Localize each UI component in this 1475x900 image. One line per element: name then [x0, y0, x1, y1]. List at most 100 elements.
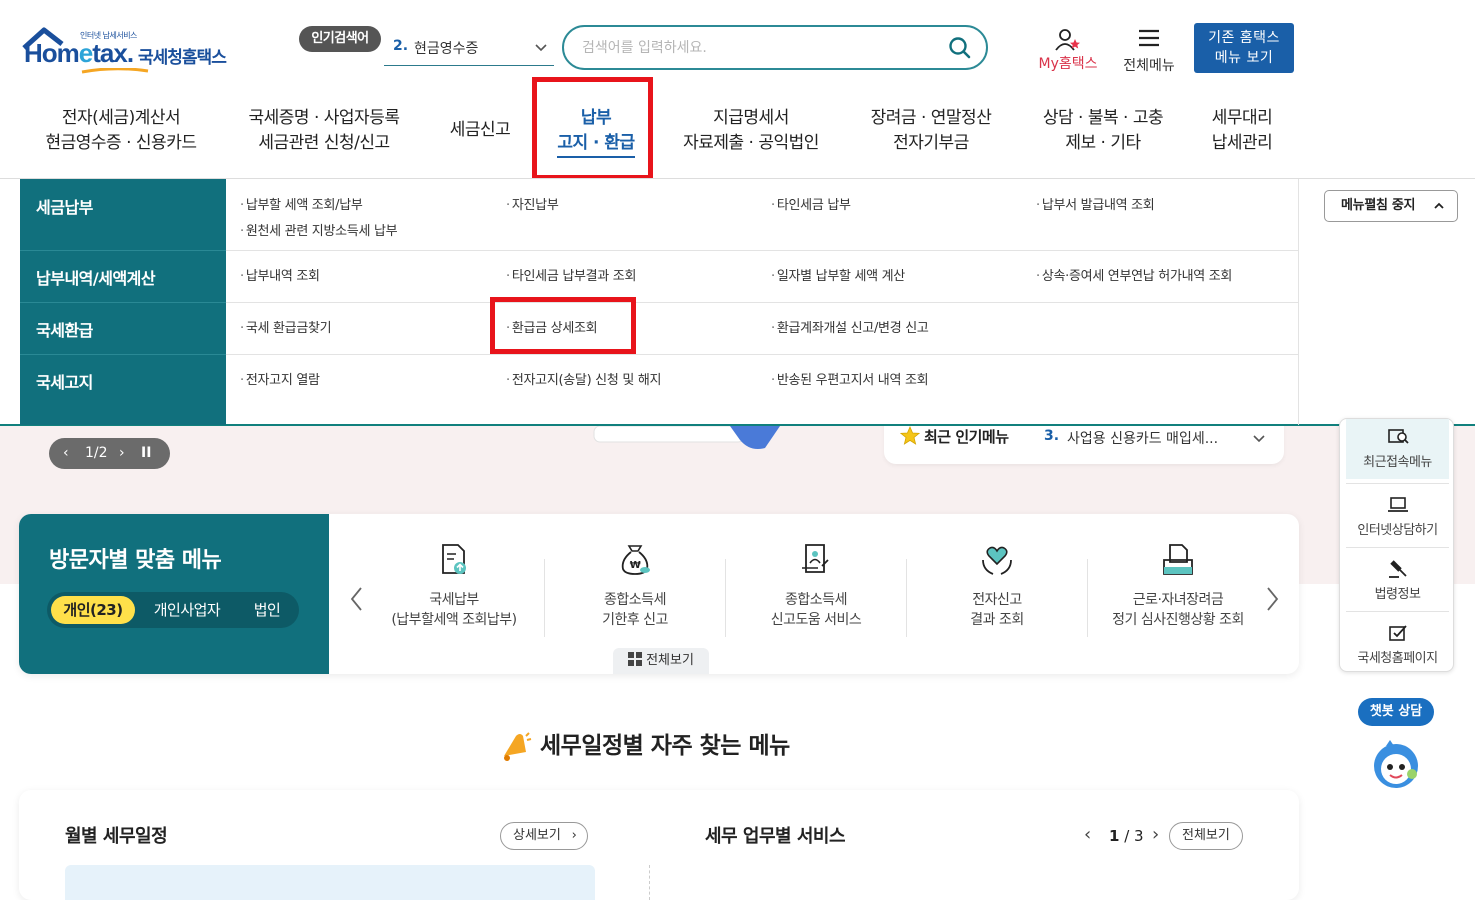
- monthly-detail-button[interactable]: 상세보기 ›: [500, 822, 588, 850]
- gnb-line2: 현금영수증 · 신용카드: [45, 133, 197, 153]
- gnb-line2: 자료제출 · 공익법인: [683, 133, 819, 153]
- chevron-left-icon[interactable]: ‹: [1084, 824, 1091, 845]
- banner-illustration-icon: [593, 426, 780, 449]
- menu-link-local-income-tax[interactable]: 원천세 관련 지방소득세 납부: [240, 220, 398, 239]
- monthly-calendar-strip: [65, 865, 595, 900]
- sidebar-divider: [1346, 611, 1449, 612]
- gnb-item-consulting[interactable]: 상담 · 불복 · 고충 제보 · 기타: [1030, 106, 1176, 156]
- top-header: 인터넷 납세서비스 Hometax. 국세청홈택스 인기검색어 2. 현금영수증…: [0, 0, 1475, 180]
- menu-link-refund-account[interactable]: 환급계좌개설 신고/변경 신고: [771, 317, 929, 336]
- visitor-all-view-button[interactable]: 전체보기: [613, 648, 709, 674]
- hometax-logo[interactable]: 인터넷 납세서비스 Hometax. 국세청홈택스: [22, 26, 242, 76]
- tab-corporation[interactable]: 법인: [241, 596, 293, 624]
- gnb-line1: 장려금 · 연말정산: [870, 108, 992, 128]
- chatbot-button[interactable]: 챗봇 상담: [1358, 698, 1434, 726]
- search-box: [562, 25, 988, 70]
- visitor-item-e-report-result[interactable]: 전자신고 결과 조회: [907, 542, 1087, 630]
- menu-link-self-pay[interactable]: 자진납부: [506, 194, 559, 213]
- service-title: 세무 업무별 서비스: [705, 826, 846, 847]
- pause-icon[interactable]: II: [141, 438, 151, 469]
- chevron-right-icon[interactable]: ›: [1152, 824, 1159, 845]
- category-notice[interactable]: 국세고지: [20, 355, 226, 425]
- recent-title: 최근 인기메뉴: [924, 428, 1009, 446]
- menu-link-bill-history[interactable]: 납부서 발급내역 조회: [1036, 194, 1155, 213]
- visitor-item-tax-payment[interactable]: 국세납부 (납부할세액 조회납부): [364, 542, 544, 630]
- old-menu-button[interactable]: 기존 홈택스 메뉴 보기: [1194, 23, 1294, 73]
- chevron-down-icon: [535, 44, 547, 52]
- tab-sole-proprietor[interactable]: 개인사업자: [141, 596, 233, 624]
- menu-link-find-refund[interactable]: 국세 환급금찾기: [240, 317, 332, 336]
- gnb-line1: 세금신고: [449, 120, 511, 140]
- service-all-view-button[interactable]: 전체보기: [1169, 822, 1243, 850]
- schedule-title-text: 세무일정별 자주 찾는 메뉴: [540, 733, 790, 759]
- my-hometax-button[interactable]: My홈택스: [1030, 28, 1106, 74]
- menu-link-installment[interactable]: 상속·증여세 연부연납 허가내역 조회: [1036, 265, 1233, 284]
- row-divider: [226, 302, 1298, 303]
- chatbot-mascot-icon[interactable]: [1368, 736, 1424, 792]
- visitor-item-report-help[interactable]: 종합소득세 신고도움 서비스: [726, 542, 906, 630]
- gnb-line1: 상담 · 불복 · 고충: [1042, 108, 1164, 128]
- visitor-item-line2: 신고도움 서비스: [770, 612, 862, 628]
- old-menu-line2: 메뉴 보기: [1214, 50, 1274, 66]
- pager-text: 1/2: [85, 445, 108, 461]
- menu-link-e-notice-view[interactable]: 전자고지 열람: [240, 369, 320, 388]
- gnb-item-incentive[interactable]: 장려금 · 연말정산 전자기부금: [856, 106, 1006, 156]
- all-menu-label: 전체메뉴: [1123, 58, 1175, 74]
- visitor-item-late-report[interactable]: ₩ 종합소득세 기한후 신고: [545, 542, 725, 630]
- gnb-item-statements[interactable]: 지급명세서 자료제출 · 공익법인: [670, 106, 832, 156]
- category-refund[interactable]: 국세환급: [20, 303, 226, 354]
- gnb-line2: 세금관련 신청/신고: [258, 133, 390, 153]
- sidebar-item-recent[interactable]: 최근접속메뉴: [1340, 427, 1455, 470]
- gnb-line1: 국세증명 · 사업자등록: [248, 108, 400, 128]
- schedule-section-title: 세무일정별 자주 찾는 메뉴: [496, 726, 790, 764]
- highlight-box-payment: [532, 77, 653, 180]
- stop-button-label: 메뉴펼침 중지: [1341, 198, 1416, 213]
- detail-label: 상세보기: [513, 828, 561, 843]
- menu-link-payment-history[interactable]: 납부내역 조회: [240, 265, 320, 284]
- all-view-label: 전체보기: [646, 653, 694, 668]
- menu-link-returned-mail[interactable]: 반송된 우편고지서 내역 조회: [771, 369, 929, 388]
- gnb-item-invoice[interactable]: 전자(세금)계산서 현금영수증 · 신용카드: [36, 106, 206, 156]
- recent-menu-icon: [1387, 429, 1409, 444]
- menu-link-others-result[interactable]: 타인세금 납부결과 조회: [506, 265, 637, 284]
- menu-link-pay-tax[interactable]: 납부할 세액 조회/납부: [240, 194, 363, 213]
- logo-word: Hometax.: [24, 38, 134, 68]
- menu-link-others-tax[interactable]: 타인세금 납부: [771, 194, 851, 213]
- recent-rank: 3.: [1044, 428, 1060, 444]
- popular-search-select[interactable]: 2. 현금영수증: [384, 32, 554, 66]
- grid-icon: [628, 650, 643, 666]
- tab-individual[interactable]: 개인(23): [51, 596, 135, 624]
- stop-menu-expand-button[interactable]: 메뉴펼침 중지: [1324, 190, 1458, 222]
- search-icon[interactable]: [948, 36, 972, 60]
- gnb-item-certificate[interactable]: 국세증명 · 사업자등록 세금관련 신청/신고: [234, 106, 414, 156]
- visitor-item-line2: 기한후 신고: [602, 612, 668, 628]
- menu-link-e-notice-apply[interactable]: 전자고지(송달) 신청 및 해지: [506, 369, 662, 388]
- gnb-item-tax-report[interactable]: 세금신고: [440, 118, 520, 143]
- svg-text:₩: ₩: [630, 560, 641, 571]
- sidebar-divider: [1346, 547, 1449, 548]
- logo-korean: 국세청홈택스: [138, 48, 227, 68]
- visitor-item-incentive-status[interactable]: 근로·자녀장려금 정기 심사진행상황 조회: [1088, 542, 1268, 630]
- category-payment-history[interactable]: 납부내역/세액계산: [20, 251, 226, 302]
- all-menu-button[interactable]: 전체메뉴: [1116, 28, 1182, 74]
- user-star-icon: [1055, 29, 1080, 51]
- gnb-line1: 전자(세금)계산서: [61, 108, 181, 128]
- category-tax-payment[interactable]: 세금납부: [20, 179, 226, 250]
- visitor-menu-card: 방문자별 맞춤 메뉴 개인(23) 개인사업자 법인 국세납부 (납부할세액 조…: [19, 514, 1299, 674]
- visitor-item-line1: 국세납부: [429, 592, 479, 608]
- next-icon[interactable]: ›: [119, 438, 125, 469]
- visitor-menu-panel: 방문자별 맞춤 메뉴 개인(23) 개인사업자 법인: [19, 514, 329, 674]
- prev-icon[interactable]: ‹: [63, 438, 69, 469]
- sidebar-item-consult[interactable]: 인터넷상담하기: [1340, 495, 1455, 538]
- gnb-item-agent[interactable]: 세무대리 납세관리: [1198, 106, 1286, 156]
- menu-link-daily-calc[interactable]: 일자별 납부할 세액 계산: [771, 265, 905, 284]
- sidebar-item-nts-home[interactable]: 국세청홈페이지: [1340, 623, 1455, 666]
- sidebar-item-law[interactable]: 법령정보: [1340, 559, 1455, 602]
- gnb-line2: 제보 · 기타: [1065, 133, 1141, 153]
- page-current: 1: [1109, 827, 1120, 845]
- popular-rank: 2.: [393, 38, 409, 54]
- search-input[interactable]: [582, 37, 922, 59]
- my-hometax-label: My홈택스: [1038, 56, 1098, 72]
- gavel-icon: [1388, 560, 1407, 578]
- recent-item: 사업용 신용카드 매입세...: [1067, 431, 1219, 447]
